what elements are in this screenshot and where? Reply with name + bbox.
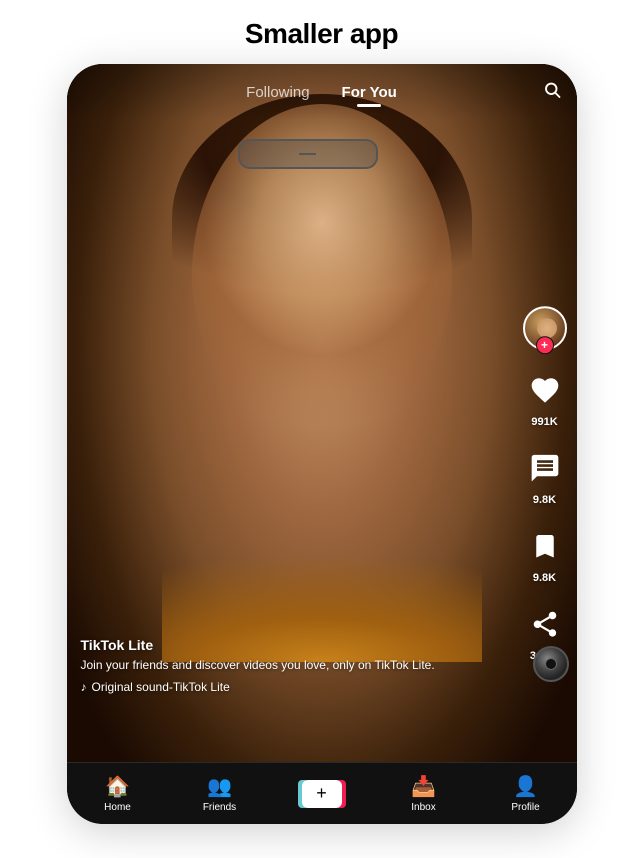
add-button[interactable]: +: [302, 780, 342, 808]
comment-action[interactable]: 9.8K: [523, 446, 567, 506]
creator-avatar-item[interactable]: +: [523, 306, 567, 350]
page-title: Smaller app: [245, 18, 398, 50]
follow-plus-badge[interactable]: +: [536, 336, 554, 354]
phone-frame: Following For You +: [67, 64, 577, 824]
top-navigation: Following For You: [67, 64, 577, 120]
nav-add[interactable]: +: [271, 780, 373, 808]
sunglasses-bridge: [299, 153, 315, 155]
save-count: 9.8K: [533, 572, 556, 584]
profile-icon: 👤: [513, 774, 538, 799]
clothing-decoration: [162, 482, 482, 662]
friends-icon: 👥: [207, 774, 232, 799]
comment-icon: [529, 452, 561, 484]
inbox-label: Inbox: [411, 802, 435, 813]
comment-count: 9.8K: [533, 494, 556, 506]
search-button[interactable]: [543, 81, 561, 104]
like-action[interactable]: 991K: [523, 368, 567, 428]
bookmark-icon: [530, 531, 560, 561]
sound-name: Original sound-TikTok Lite: [92, 680, 230, 694]
action-bar: + 991K 9.8K: [523, 306, 567, 662]
creator-name: TikTok Lite: [81, 637, 517, 653]
profile-label: Profile: [511, 802, 539, 813]
share-icon-wrap[interactable]: [523, 602, 567, 646]
video-area: Following For You +: [67, 64, 577, 762]
nav-profile[interactable]: 👤 Profile: [475, 774, 577, 813]
share-icon: [530, 609, 560, 639]
avatar-wrapper[interactable]: +: [523, 306, 567, 350]
like-count: 991K: [531, 416, 557, 428]
video-info: TikTok Lite Join your friends and discov…: [81, 637, 517, 694]
heart-icon: [529, 374, 561, 406]
sunglasses-frame: [238, 139, 378, 169]
sunglasses-decoration: [238, 139, 378, 169]
nav-inbox[interactable]: 📥 Inbox: [373, 774, 475, 813]
inbox-icon: 📥: [411, 774, 436, 799]
friends-label: Friends: [203, 802, 236, 813]
music-note-icon: ♪: [81, 680, 87, 694]
sound-row: ♪ Original sound-TikTok Lite: [81, 680, 517, 694]
comment-icon-wrap[interactable]: [523, 446, 567, 490]
video-caption: Join your friends and discover videos yo…: [81, 657, 517, 674]
home-icon: 🏠: [105, 774, 130, 799]
add-button-inner: +: [302, 780, 342, 808]
nav-home[interactable]: 🏠 Home: [67, 774, 169, 813]
music-disc: [533, 646, 569, 682]
like-icon-wrap[interactable]: [523, 368, 567, 412]
nav-friends[interactable]: 👥 Friends: [169, 774, 271, 813]
save-icon-wrap[interactable]: [523, 524, 567, 568]
home-label: Home: [104, 802, 131, 813]
save-action[interactable]: 9.8K: [523, 524, 567, 584]
tab-following[interactable]: Following: [230, 76, 325, 109]
bottom-navigation: 🏠 Home 👥 Friends + 📥 Inbox 👤 Profile: [67, 762, 577, 824]
tab-for-you[interactable]: For You: [326, 76, 413, 109]
